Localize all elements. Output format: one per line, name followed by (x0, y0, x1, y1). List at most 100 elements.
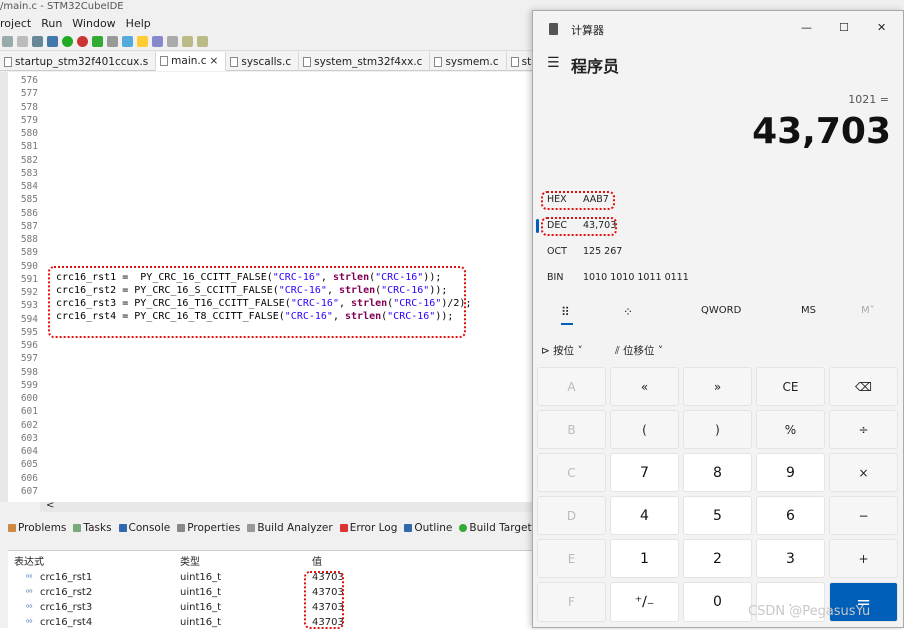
bit-toggle-keypad-icon[interactable]: ⁘ (623, 305, 633, 319)
line-number: 596 (20, 340, 38, 351)
build-targets-icon (459, 524, 468, 532)
menu-project[interactable]: roject (0, 16, 31, 32)
table-row[interactable]: ⁰⁰ crc16_rst1 uint16_t 43703 (8, 570, 532, 585)
back-icon[interactable] (182, 36, 193, 47)
menubar: roject Run Window Help (0, 16, 540, 32)
hex-highlight-box (541, 191, 615, 210)
menu-run[interactable]: Run (41, 16, 62, 32)
tab-tasks[interactable]: Tasks (73, 520, 112, 536)
bitwise-dropdown[interactable]: ⊳ 按位 ˅ (541, 343, 583, 358)
line-number: 588 (20, 234, 38, 245)
save-icon[interactable] (2, 36, 13, 47)
close-icon[interactable]: ✕ (877, 21, 886, 34)
bitshift-dropdown[interactable]: ⫽ 位移位 ˅ (615, 343, 663, 358)
key-percent[interactable]: % (756, 410, 825, 449)
key-1[interactable]: 1 (610, 539, 679, 578)
file-icon (160, 56, 169, 66)
key-3[interactable]: 3 (756, 539, 825, 578)
key-c[interactable]: C (537, 453, 606, 492)
key-open-paren[interactable]: ( (610, 410, 679, 449)
print-icon[interactable] (17, 36, 28, 47)
line-number: 579 (20, 114, 38, 126)
highlight-icon[interactable] (137, 36, 148, 47)
tab-main[interactable]: main.c × (156, 52, 227, 71)
key-close-paren[interactable]: ) (683, 410, 752, 449)
tab-console[interactable]: Console (118, 520, 170, 536)
annotation-icon[interactable] (167, 36, 178, 47)
console-icon (118, 524, 127, 532)
key-5[interactable]: 5 (683, 496, 752, 535)
word-size-button[interactable]: QWORD (701, 305, 741, 316)
full-keypad-icon[interactable]: ⠿ (561, 305, 570, 319)
tab-properties[interactable]: Properties (177, 520, 240, 536)
key-a[interactable]: A (537, 367, 606, 406)
key-4[interactable]: 4 (610, 496, 679, 535)
tab-build-analyzer[interactable]: Build Analyzer (247, 520, 333, 536)
build-icon[interactable] (32, 36, 43, 47)
key-9[interactable]: 9 (756, 453, 825, 492)
memory-store-button[interactable]: MS (801, 305, 816, 316)
key-shift-right[interactable]: » (683, 367, 752, 406)
key-clear-entry[interactable]: CE (756, 367, 825, 406)
forward-icon[interactable] (197, 36, 208, 47)
tab-startup[interactable]: startup_stm32f401ccux.s (0, 52, 157, 71)
dec-highlight-box (541, 217, 617, 236)
key-0[interactable]: 0 (683, 582, 752, 622)
key-b[interactable]: B (537, 410, 606, 449)
horizontal-scrollbar[interactable]: < (40, 500, 532, 512)
key-shift-left[interactable]: « (610, 367, 679, 406)
menu-window[interactable]: Window (72, 16, 115, 32)
key-8[interactable]: 8 (683, 453, 752, 492)
table-row[interactable]: ⁰⁰ crc16_rst3 uint16_t 43703 (8, 600, 532, 615)
key-subtract[interactable]: − (829, 496, 898, 535)
tab-outline[interactable]: Outline (404, 520, 452, 536)
error-log-icon (339, 524, 348, 532)
line-number: 583 (20, 167, 38, 179)
line-number: 598 (20, 366, 38, 378)
hamburger-menu-icon[interactable]: ☰ (547, 55, 560, 71)
tab-syscalls[interactable]: syscalls.c (226, 52, 300, 71)
line-number: 604 (20, 446, 38, 457)
debug-icon[interactable] (47, 36, 58, 47)
tab-error-log[interactable]: Error Log (339, 520, 397, 536)
radix-oct[interactable]: OCT 125 267 (545, 241, 745, 263)
external-tools-icon[interactable] (92, 36, 103, 47)
key-negate[interactable]: ⁺∕₋ (610, 582, 679, 622)
key-2[interactable]: 2 (683, 539, 752, 578)
bitwise-icon: ⊳ (541, 345, 554, 357)
key-e[interactable]: E (537, 539, 606, 578)
scroll-left-icon[interactable]: < (46, 500, 54, 511)
table-row[interactable]: ⁰⁰ crc16_rst2 uint16_t 43703 (8, 585, 532, 600)
key-d[interactable]: D (537, 496, 606, 535)
tab-sysmem[interactable]: sysmem.c (430, 52, 507, 71)
maximize-icon[interactable]: ☐ (839, 21, 849, 34)
minimize-icon[interactable]: — (801, 21, 812, 34)
file-icon (303, 56, 312, 67)
tab-system[interactable]: system_stm32f4xx.c (299, 52, 431, 71)
line-number: 595 (20, 326, 38, 338)
memory-list-button[interactable]: M˅ (861, 305, 875, 316)
run-icon[interactable] (62, 36, 73, 47)
active-radix-indicator (536, 219, 539, 233)
close-icon[interactable]: × (210, 52, 219, 70)
calculator-title: 计算器 (571, 24, 604, 37)
key-multiply[interactable]: × (829, 453, 898, 492)
radix-bin[interactable]: BIN 1010 1010 1011 0111 (545, 267, 745, 289)
stop-icon[interactable] (77, 36, 88, 47)
key-f[interactable]: F (537, 582, 606, 622)
open-type-icon[interactable] (122, 36, 133, 47)
file-icon (230, 56, 239, 67)
line-number: 601 (20, 406, 38, 418)
key-add[interactable]: + (829, 539, 898, 578)
tab-build-targets[interactable]: Build Targets (459, 520, 537, 536)
ide-title: /main.c - STM32CubeIDE (0, 1, 124, 12)
key-divide[interactable]: ÷ (829, 410, 898, 449)
menu-help[interactable]: Help (126, 16, 151, 32)
key-7[interactable]: 7 (610, 453, 679, 492)
search-icon[interactable] (107, 36, 118, 47)
backspace-icon[interactable]: ⌫ (829, 367, 898, 406)
key-6[interactable]: 6 (756, 496, 825, 535)
bottom-panel-tabs: Problems Tasks Console Properties Build … (8, 520, 537, 536)
tab-problems[interactable]: Problems (8, 520, 66, 536)
toggle-icon[interactable] (152, 36, 163, 47)
